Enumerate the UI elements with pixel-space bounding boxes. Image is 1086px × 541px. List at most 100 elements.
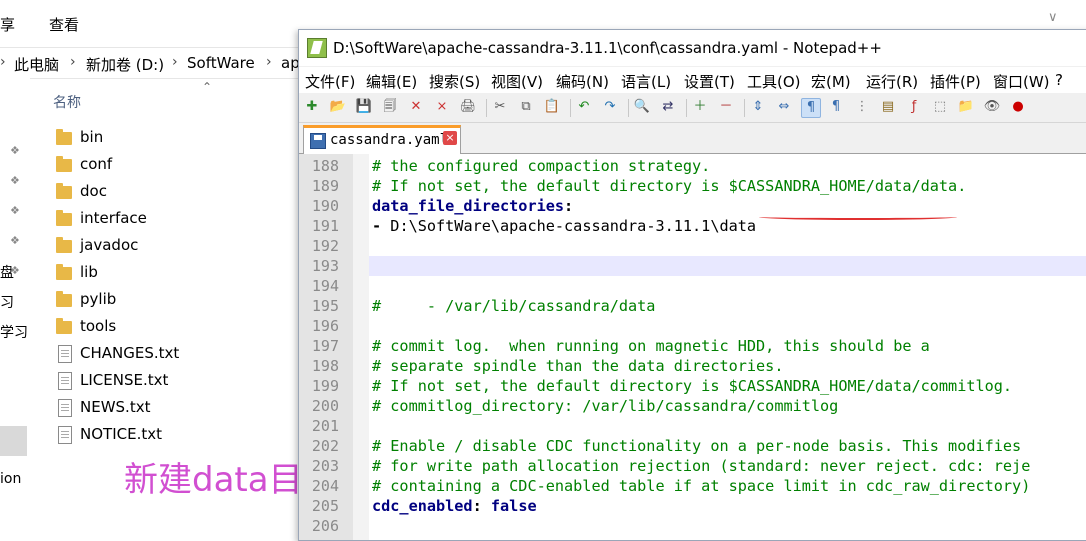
menu-item-1[interactable]: 编辑(E): [366, 71, 417, 92]
function-list-icon[interactable]: ƒ: [905, 98, 923, 116]
code-line[interactable]: 203 # for write path allocation rejection…: [299, 456, 1086, 476]
breadcrumb-software[interactable]: SoftWare: [187, 54, 255, 72]
cut-icon[interactable]: ✂: [491, 98, 509, 116]
menu-item-5[interactable]: 语言(L): [621, 71, 671, 92]
current-line-highlight: [369, 256, 1086, 276]
nav-item-fragment[interactable]: 习: [0, 292, 14, 312]
lang-icon[interactable]: ⬚: [931, 98, 949, 116]
menu-item-4[interactable]: 编码(N): [556, 71, 609, 92]
record-macro-icon[interactable]: ●: [1009, 98, 1027, 116]
breadcrumb-this-pc[interactable]: 此电脑: [14, 54, 59, 75]
pin-icon[interactable]: ❖: [10, 204, 20, 217]
toolbar-separator: [686, 99, 687, 117]
code-line[interactable]: 188 # the configured compaction strategy.: [299, 156, 1086, 176]
token-comment: # for write path allocation rejection (s…: [372, 457, 1031, 475]
menu-item-2[interactable]: 搜索(S): [429, 71, 480, 92]
code-line[interactable]: 191 - D:\SoftWare\apache-cassandra-3.11.1…: [299, 216, 1086, 236]
new-file-icon[interactable]: ✚: [303, 98, 321, 116]
token-comment: # commit log. when running on magnetic H…: [372, 337, 930, 355]
tab-close-icon[interactable]: ×: [443, 131, 457, 145]
close-all-icon[interactable]: ⨯: [433, 98, 451, 116]
sync-v-icon[interactable]: ⇕: [749, 98, 767, 116]
code-line[interactable]: 192: [299, 236, 1086, 256]
token-comment: # commitlog_directory: /var/lib/cassandr…: [372, 397, 839, 415]
ribbon-tab-view[interactable]: 查看: [49, 14, 79, 35]
menu-bar: 文件(F) 编辑(E) 搜索(S) 视图(V) 编码(N) 语言(L) 设置(T) 工具(O)…: [299, 67, 1086, 93]
code-line[interactable]: 194: [299, 276, 1086, 296]
file-name: bin: [80, 128, 104, 146]
breadcrumb-separator-icon: ›: [0, 54, 6, 70]
menu-item-0[interactable]: 文件(F): [305, 71, 355, 92]
code-line[interactable]: 197 # commit log. when running on magneti…: [299, 336, 1086, 356]
show-all-chars-icon[interactable]: ¶: [827, 98, 845, 116]
code-line[interactable]: 206: [299, 516, 1086, 536]
tab-cassandra-yaml[interactable]: cassandra.yaml ×: [303, 125, 461, 156]
breadcrumb-apache[interactable]: ap: [281, 54, 300, 72]
code-line[interactable]: 202 # Enable / disable CDC functionality …: [299, 436, 1086, 456]
code-line[interactable]: 196: [299, 316, 1086, 336]
menu-item-11[interactable]: 窗口(W): [993, 71, 1050, 92]
token-comment: # If not set, the default directory is $…: [372, 177, 967, 195]
paste-icon[interactable]: 📋: [543, 98, 561, 116]
nav-item-selected[interactable]: [0, 426, 27, 456]
copy-icon[interactable]: ⧉: [517, 98, 535, 116]
sync-h-icon[interactable]: ⇔: [775, 98, 793, 116]
code-line[interactable]: 198 # separate spindle than the data dire…: [299, 356, 1086, 376]
indent-guide-icon[interactable]: ⋮: [853, 98, 871, 116]
pin-icon[interactable]: ❖: [10, 234, 20, 247]
nav-item-fragment[interactable]: ion: [0, 471, 21, 487]
code-line[interactable]: 195 # - /var/lib/cassandra/data: [299, 296, 1086, 316]
save-icon[interactable]: 💾: [355, 98, 373, 116]
menu-item-6[interactable]: 设置(T): [684, 71, 735, 92]
notepadpp-window[interactable]: D:\SoftWare\apache-cassandra-3.11.1\conf…: [298, 29, 1086, 541]
code-text: # the configured compaction strategy.: [372, 156, 710, 176]
menu-item-7[interactable]: 工具(O): [747, 71, 801, 92]
toolbar: ✚ 📂 💾 🗐 ✕ ⨯ 🖨 ✂ ⧉ 📋 ↶ ↷ 🔍 ⇄ ＋ － ⇕ ⇔ ¶ ¶ ⋮ ▤ ƒ ⬚ 📁 👁 ●: [299, 94, 1086, 123]
word-wrap-icon[interactable]: ¶: [801, 98, 821, 118]
code-text: - D:\SoftWare\apache-cassandra-3.11.1\da…: [372, 216, 756, 236]
nav-item-fragment[interactable]: 学习: [0, 322, 28, 342]
redo-icon[interactable]: ↷: [601, 98, 619, 116]
menu-item-12[interactable]: ?: [1055, 71, 1063, 89]
code-line[interactable]: 199 # If not set, the default directory i…: [299, 376, 1086, 396]
sort-chevron-up-icon[interactable]: ⌃: [202, 80, 212, 94]
line-number: 197: [311, 337, 339, 355]
save-all-icon[interactable]: 🗐: [381, 98, 399, 116]
code-line[interactable]: 200 # commitlog_directory: /var/lib/cassa…: [299, 396, 1086, 416]
menu-item-8[interactable]: 宏(M): [811, 71, 851, 92]
replace-icon[interactable]: ⇄: [659, 98, 677, 116]
doc-map-icon[interactable]: ▤: [879, 98, 897, 116]
menu-item-10[interactable]: 插件(P): [930, 71, 981, 92]
ribbon-expand-chevron-icon[interactable]: ∨: [1048, 10, 1058, 25]
menu-item-9[interactable]: 运行(R): [866, 71, 918, 92]
token-comment: # - /var/lib/cassandra/data: [372, 297, 656, 315]
pin-icon[interactable]: ❖: [10, 264, 20, 277]
print-icon[interactable]: 🖨: [459, 98, 477, 116]
breadcrumb-drive-d[interactable]: 新加卷 (D:): [86, 54, 164, 75]
code-line[interactable]: 204 # containing a CDC-enabled table if a…: [299, 476, 1086, 496]
menu-item-3[interactable]: 视图(V): [491, 71, 543, 92]
close-icon[interactable]: ✕: [407, 98, 425, 116]
code-line[interactable]: 193: [299, 256, 1086, 276]
breadcrumb-separator-icon: ›: [266, 54, 272, 70]
ribbon-tab-share[interactable]: 享: [0, 14, 15, 35]
zoom-out-icon[interactable]: －: [717, 98, 735, 116]
code-line[interactable]: 205 cdc_enabled: false: [299, 496, 1086, 516]
code-editor[interactable]: 188 # the configured compaction strategy.…: [299, 154, 1086, 540]
pin-icon[interactable]: ❖: [10, 144, 20, 157]
column-header-name[interactable]: 名称: [53, 92, 81, 112]
code-line[interactable]: 190 data_file_directories:: [299, 196, 1086, 216]
monitor-icon[interactable]: 👁: [983, 98, 1001, 116]
undo-icon[interactable]: ↶: [575, 98, 593, 116]
folder-workspace-icon[interactable]: 📁: [957, 98, 975, 116]
title-bar[interactable]: D:\SoftWare\apache-cassandra-3.11.1\conf…: [299, 30, 1086, 66]
notepadpp-app-icon[interactable]: [307, 38, 327, 58]
text-file-icon: [58, 345, 72, 363]
code-line[interactable]: 201: [299, 416, 1086, 436]
zoom-in-icon[interactable]: ＋: [691, 98, 709, 116]
find-icon[interactable]: 🔍: [633, 98, 651, 116]
code-line[interactable]: 189 # If not set, the default directory i…: [299, 176, 1086, 196]
token-punct: -: [372, 217, 391, 235]
pin-icon[interactable]: ❖: [10, 174, 20, 187]
open-file-icon[interactable]: 📂: [329, 98, 347, 116]
